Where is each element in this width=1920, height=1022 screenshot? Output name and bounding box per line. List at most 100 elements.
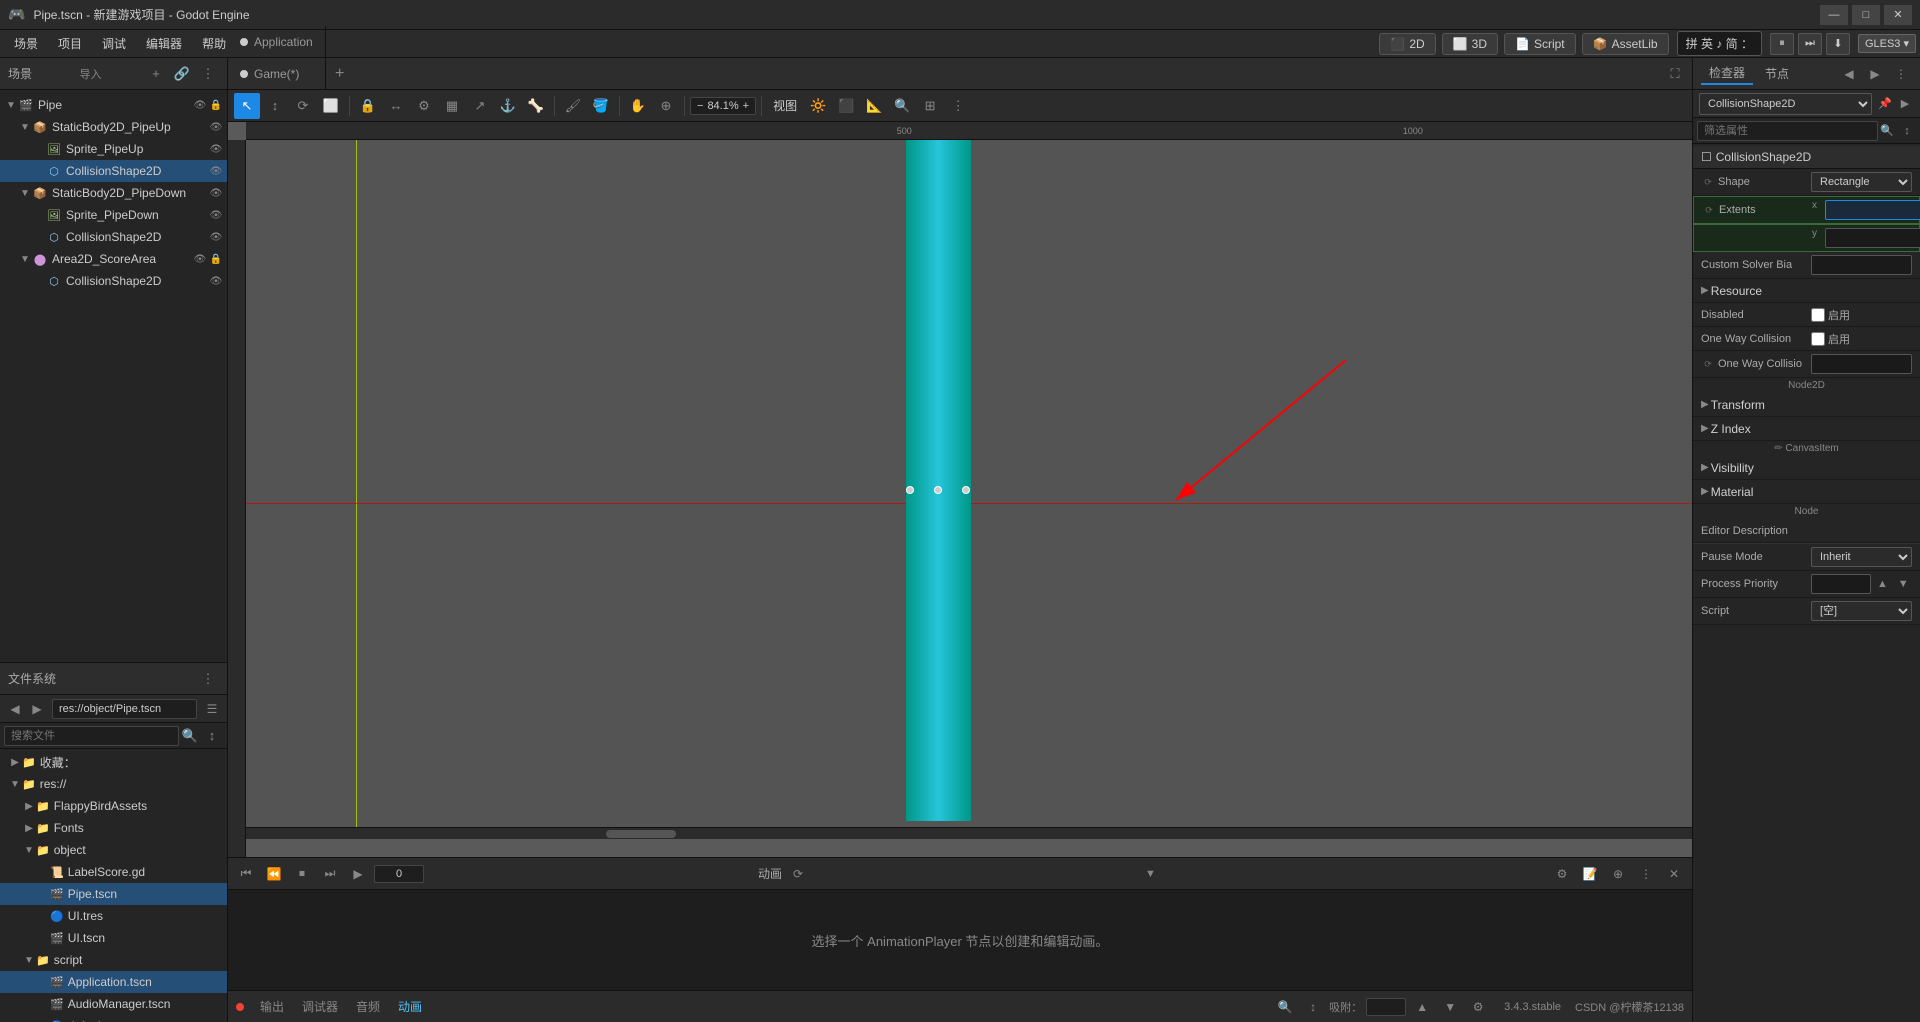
- select-tool-button[interactable]: ↖: [234, 93, 260, 119]
- pivot-tool-button[interactable]: ↗: [467, 93, 493, 119]
- fs-item-favorites[interactable]: ▶📁收藏：: [0, 751, 227, 773]
- fs-item-labelscore[interactable]: 📜LabelScore.gd: [0, 861, 227, 883]
- process-priority-input[interactable]: 0: [1811, 574, 1871, 594]
- step-button[interactable]: ⏭: [1798, 33, 1822, 55]
- zoom-out-icon[interactable]: −: [697, 100, 703, 112]
- anim-edit-button[interactable]: 📝: [1578, 862, 1602, 886]
- rotate-tool-button[interactable]: ⟳: [290, 93, 316, 119]
- pause-button[interactable]: ⏸: [1770, 33, 1794, 55]
- view-btn-2[interactable]: ⬛: [833, 93, 859, 119]
- bottom-tab-debugger[interactable]: 调试器: [296, 998, 344, 1015]
- mode-3d-button[interactable]: ⬜ 3D: [1442, 33, 1498, 55]
- close-button[interactable]: ✕: [1884, 5, 1912, 25]
- zoom-in-icon[interactable]: +: [743, 100, 749, 112]
- shape-dropdown[interactable]: Rectangle: [1811, 172, 1912, 192]
- filter-sort-button[interactable]: ↕: [1898, 122, 1916, 140]
- anim-more-button[interactable]: ⋮: [1634, 862, 1658, 886]
- scene-tree-item-collision_down[interactable]: ⬡CollisionShape2D👁: [0, 226, 227, 248]
- fs-arrow-object[interactable]: ▼: [22, 843, 36, 857]
- grid-tool-button[interactable]: ▦: [439, 93, 465, 119]
- scale-tool-button[interactable]: ⬜: [318, 93, 344, 119]
- disabled-checkbox[interactable]: [1811, 308, 1825, 322]
- scene-options-button[interactable]: ⋮: [197, 63, 219, 85]
- tab-application[interactable]: Application: [228, 26, 326, 58]
- bucket-tool-button[interactable]: 🪣: [588, 93, 614, 119]
- fs-item-defaultenv[interactable]: 🔵default_env.tres: [0, 1015, 227, 1022]
- tab-game[interactable]: Game(*): [228, 58, 326, 90]
- minimize-button[interactable]: —: [1820, 5, 1848, 25]
- scrollbar-horizontal[interactable]: [246, 827, 1692, 839]
- paint-tool-button[interactable]: 🖌: [560, 93, 586, 119]
- fs-item-res[interactable]: ▼📁res://: [0, 773, 227, 795]
- bottom-tab-audio[interactable]: 音频: [350, 998, 386, 1015]
- scene-tree-item-collision_area[interactable]: ⬡CollisionShape2D👁: [0, 270, 227, 292]
- tree-arrow-static_down[interactable]: ▼: [18, 186, 32, 200]
- extents-reset-button[interactable]: ⟳: [1702, 203, 1716, 217]
- scene-tree-item-collision_up[interactable]: ⬡CollisionShape2D👁: [0, 160, 227, 182]
- scene-tree-item-static_up[interactable]: ▼📦StaticBody2D_PipeUp👁: [0, 116, 227, 138]
- inspector-options[interactable]: ⋮: [1890, 63, 1912, 85]
- inspector-history-fwd[interactable]: ▶: [1864, 63, 1886, 85]
- inspector-pin-button[interactable]: 📌: [1876, 95, 1894, 113]
- extents-y-input[interactable]: 520.5: [1825, 228, 1920, 248]
- inspector-history-back[interactable]: ◀: [1838, 63, 1860, 85]
- collision-shape-header[interactable]: ☐ CollisionShape2D: [1693, 146, 1920, 169]
- view-btn-1[interactable]: 🔆: [805, 93, 831, 119]
- fs-arrow-script[interactable]: ▼: [22, 953, 36, 967]
- scrollbar-thumb[interactable]: [606, 830, 676, 838]
- fs-back-button[interactable]: ◀: [4, 698, 26, 720]
- process-priority-down[interactable]: ▼: [1894, 575, 1912, 593]
- view-btn-5[interactable]: ⊞: [917, 93, 943, 119]
- link-node-button[interactable]: 🔗: [171, 63, 193, 85]
- fs-item-flappybird[interactable]: ▶📁FlappyBirdAssets: [0, 795, 227, 817]
- node-tab[interactable]: 节点: [1757, 63, 1797, 84]
- transform-prop-row[interactable]: ▶ Transform: [1693, 393, 1920, 417]
- handle-center[interactable]: [934, 486, 942, 494]
- anim-dropdown-button[interactable]: ▼: [1140, 862, 1220, 886]
- lock-tool-button[interactable]: 🔒: [355, 93, 381, 119]
- fs-item-uitres[interactable]: 🔵UI.tres: [0, 905, 227, 927]
- anim-loop-button[interactable]: ⟳: [786, 862, 810, 886]
- snap-tool-button[interactable]: ↔: [383, 93, 409, 119]
- fs-item-uitscn[interactable]: 🎬UI.tscn: [0, 927, 227, 949]
- fs-arrow-res[interactable]: ▼: [8, 777, 22, 791]
- snap-value-input[interactable]: 0: [1366, 998, 1406, 1016]
- maximize-button[interactable]: □: [1852, 5, 1880, 25]
- anim-options-button[interactable]: ⚙: [1550, 862, 1574, 886]
- anim-stop-button[interactable]: ⏹: [290, 862, 314, 886]
- add-tab-button[interactable]: +: [326, 58, 354, 90]
- inspector-filter-input[interactable]: [1697, 121, 1878, 141]
- anim-prev-button[interactable]: ⏪: [262, 862, 286, 886]
- one-way-margin-input[interactable]: 0: [1811, 354, 1912, 374]
- scene-tree-item-sprite_down[interactable]: 🖼Sprite_PipeDown👁: [0, 204, 227, 226]
- anim-extra-button[interactable]: ⊕: [1606, 862, 1630, 886]
- add-node-button[interactable]: +: [145, 63, 167, 85]
- pause-mode-dropdown[interactable]: Inherit: [1811, 547, 1912, 567]
- move-tool-button[interactable]: ↕: [262, 93, 288, 119]
- anim-play-button[interactable]: ▶: [346, 862, 370, 886]
- fs-item-pipetscn[interactable]: 🎬Pipe.tscn: [0, 883, 227, 905]
- fs-item-audiomanager[interactable]: 🎬AudioManager.tscn: [0, 993, 227, 1015]
- scene-tree-item-pipe[interactable]: ▼🎬Pipe👁🔒: [0, 94, 227, 116]
- fs-arrow-fonts[interactable]: ▶: [22, 821, 36, 835]
- snap-sort-button[interactable]: ↕: [1301, 995, 1325, 1019]
- fs-search-button[interactable]: 🔍: [179, 725, 201, 747]
- one-way-margin-reset[interactable]: ⟳: [1701, 357, 1715, 371]
- scene-tree-item-sprite_up[interactable]: 🖼Sprite_PipeUp👁: [0, 138, 227, 160]
- menu-item-编辑器[interactable]: 编辑器: [136, 33, 192, 54]
- anchor-tool-button[interactable]: ⚓: [495, 93, 521, 119]
- one-way-collision-checkbox[interactable]: [1811, 332, 1825, 346]
- fs-arrow-flappybird[interactable]: ▶: [22, 799, 36, 813]
- fs-options-button[interactable]: ⋮: [197, 668, 219, 690]
- scene-tree-item-area2d[interactable]: ▼⬤Area2D_ScoreArea👁🔒: [0, 248, 227, 270]
- snap-down-button[interactable]: ▼: [1438, 995, 1462, 1019]
- filter-search-button[interactable]: 🔍: [1878, 122, 1896, 140]
- scene-tree-item-static_down[interactable]: ▼📦StaticBody2D_PipeDown👁: [0, 182, 227, 204]
- fs-arrow-favorites[interactable]: ▶: [8, 755, 22, 769]
- anim-begin-button[interactable]: ⏮: [234, 862, 258, 886]
- node-type-dropdown[interactable]: CollisionShape2D: [1699, 93, 1872, 115]
- tree-arrow-area2d[interactable]: ▼: [18, 252, 32, 266]
- bone-tool-button[interactable]: 🦴: [523, 93, 549, 119]
- resource-prop-row[interactable]: ▶ Resource: [1693, 279, 1920, 303]
- fullscreen-button[interactable]: ⛶: [1662, 61, 1688, 87]
